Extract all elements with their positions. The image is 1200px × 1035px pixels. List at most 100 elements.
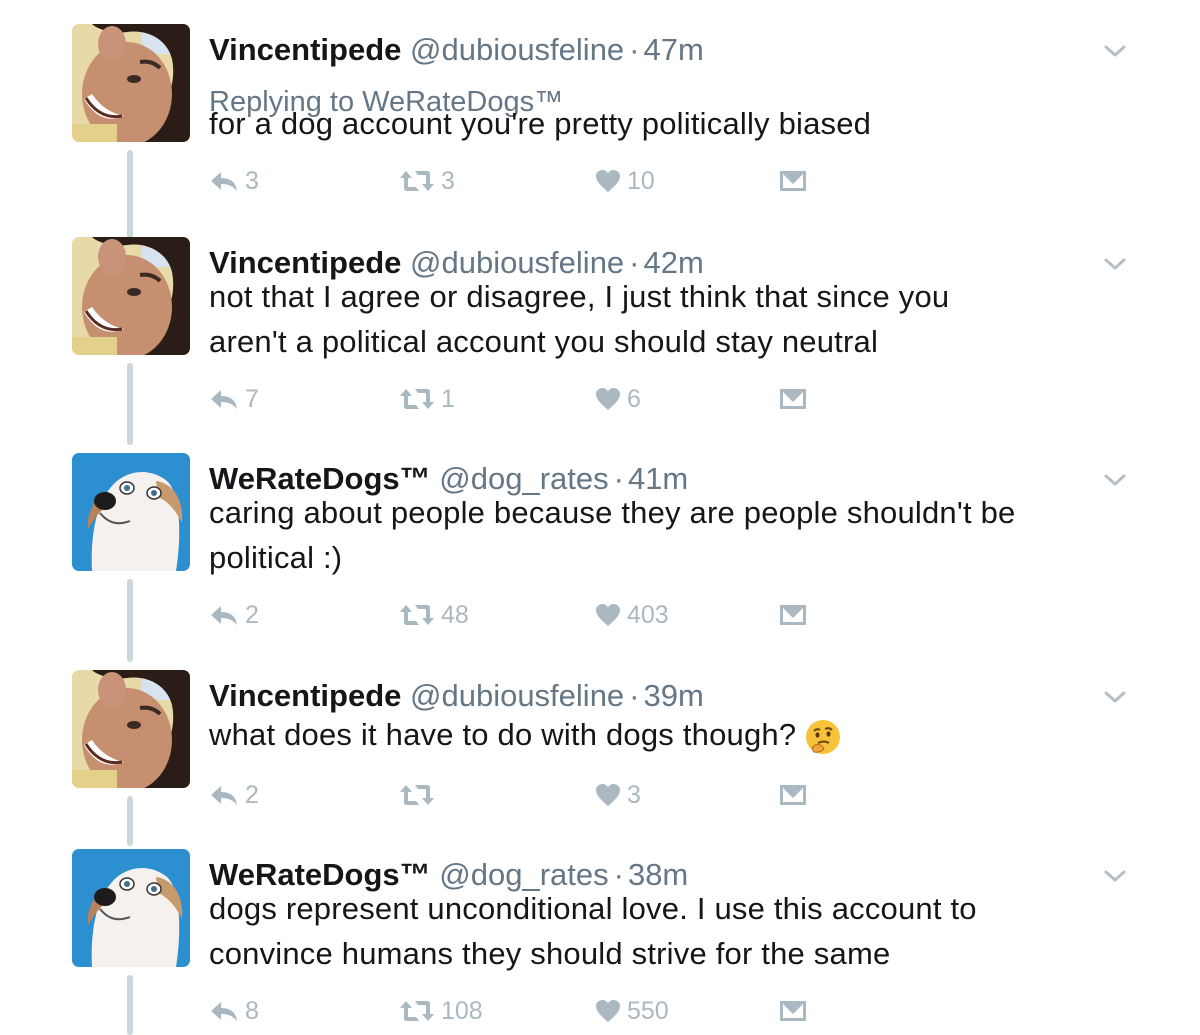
envelope-icon [779, 604, 807, 626]
reply-icon [209, 603, 239, 627]
avatar[interactable] [72, 237, 190, 355]
direct-message-button[interactable] [779, 595, 813, 635]
retweet-icon [399, 387, 435, 411]
reply-count: 8 [245, 996, 259, 1025]
retweet-button[interactable] [399, 775, 441, 815]
reply-button[interactable]: 2 [209, 595, 259, 635]
tweet-text: caring about people because they are peo… [209, 490, 1139, 580]
reply-icon [209, 169, 239, 193]
tweet-header: Vincentipede @dubiousfeline · 47m [209, 28, 704, 72]
envelope-icon [779, 1000, 807, 1022]
tweet-text: for a dog account you're pretty politica… [209, 101, 1139, 146]
tweet[interactable]: Vincentipede @dubiousfeline · 39m what doe… [0, 670, 1200, 846]
heart-icon [595, 783, 621, 807]
tweet-thread: Vincentipede @dubiousfeline · 47m Replying… [0, 0, 1200, 1035]
retweet-icon [399, 169, 435, 193]
retweet-count: 3 [441, 166, 455, 195]
tweet-text-line: caring about people because they are peo… [209, 495, 1016, 530]
like-button[interactable]: 3 [595, 775, 641, 815]
tweet[interactable]: Vincentipede @dubiousfeline · 47m Replying… [0, 24, 1200, 254]
reply-button[interactable]: 7 [209, 379, 259, 419]
tweet-text-line: not that I agree or disagree, I just thi… [209, 279, 950, 314]
like-button[interactable]: 550 [595, 991, 669, 1031]
tweet[interactable]: WeRateDogs™ @dog_rates · 41m caring about … [0, 453, 1200, 669]
direct-message-button[interactable] [779, 991, 813, 1031]
direct-message-button[interactable] [779, 379, 813, 419]
retweet-button[interactable]: 48 [399, 595, 469, 635]
chevron-down-icon[interactable] [1100, 36, 1130, 66]
retweet-button[interactable]: 108 [399, 991, 483, 1031]
like-count: 403 [627, 600, 669, 629]
tweet-text: not that I agree or disagree, I just thi… [209, 274, 1139, 364]
display-name[interactable]: Vincentipede [209, 32, 401, 67]
username[interactable]: @dubiousfeline [410, 32, 624, 67]
envelope-icon [779, 170, 807, 192]
like-count: 3 [627, 780, 641, 809]
retweet-icon [399, 783, 435, 807]
reply-button[interactable]: 3 [209, 161, 259, 201]
avatar[interactable] [72, 670, 190, 788]
retweet-button[interactable]: 1 [399, 379, 455, 419]
thread-line [127, 579, 133, 662]
tweet-actions: 3 3 10 [209, 161, 829, 201]
envelope-icon [779, 784, 807, 806]
reply-count: 3 [245, 166, 259, 195]
timestamp[interactable]: 39m [644, 678, 704, 713]
chevron-down-icon[interactable] [1100, 682, 1130, 712]
reply-count: 2 [245, 780, 259, 809]
like-count: 550 [627, 996, 669, 1025]
thread-line [127, 796, 133, 846]
avatar[interactable] [72, 849, 190, 967]
reply-count: 2 [245, 600, 259, 629]
heart-icon [595, 999, 621, 1023]
reply-icon [209, 783, 239, 807]
retweet-icon [399, 999, 435, 1023]
tweet-text: what does it have to do with dogs though… [209, 712, 1139, 757]
display-name[interactable]: Vincentipede [209, 678, 401, 713]
tweet-actions: 2 3 [209, 775, 829, 815]
retweet-count: 1 [441, 384, 455, 413]
direct-message-button[interactable] [779, 161, 813, 201]
heart-icon [595, 169, 621, 193]
tweet[interactable]: Vincentipede @dubiousfeline · 42m not that… [0, 237, 1200, 452]
thinking-face-icon [804, 718, 842, 756]
timestamp[interactable]: 47m [644, 32, 704, 67]
reply-count: 7 [245, 384, 259, 413]
tweet[interactable]: WeRateDogs™ @dog_rates · 38m dogs represen… [0, 849, 1200, 1035]
reply-button[interactable]: 2 [209, 775, 259, 815]
like-count: 6 [627, 384, 641, 413]
tweet-actions: 8 108 550 [209, 991, 829, 1031]
like-count: 10 [627, 166, 655, 195]
reply-button[interactable]: 8 [209, 991, 259, 1031]
retweet-count: 48 [441, 600, 469, 629]
tweet-text-line: political :) [209, 540, 343, 575]
thread-line [127, 975, 133, 1035]
separator-dot: · [629, 678, 640, 713]
like-button[interactable]: 6 [595, 379, 641, 419]
direct-message-button[interactable] [779, 775, 813, 815]
tweet-text-line: for a dog account you're pretty politica… [209, 106, 872, 141]
retweet-count: 108 [441, 996, 483, 1025]
username[interactable]: @dubiousfeline [410, 678, 624, 713]
avatar[interactable] [72, 24, 190, 142]
thread-line [127, 363, 133, 445]
heart-icon [595, 603, 621, 627]
envelope-icon [779, 388, 807, 410]
reply-icon [209, 387, 239, 411]
tweet-actions: 2 48 403 [209, 595, 829, 635]
heart-icon [595, 387, 621, 411]
retweet-button[interactable]: 3 [399, 161, 455, 201]
tweet-text-span: what does it have to do with dogs though… [209, 717, 797, 752]
tweet-text-line: convince humans they should strive for t… [209, 936, 891, 971]
tweet-actions: 7 1 6 [209, 379, 829, 419]
tweet-text: dogs represent unconditional love. I use… [209, 886, 1139, 976]
like-button[interactable]: 10 [595, 161, 655, 201]
tweet-text-line: what does it have to do with dogs though… [209, 712, 1139, 757]
tweet-text-line: aren't a political account you should st… [209, 324, 879, 359]
retweet-icon [399, 603, 435, 627]
like-button[interactable]: 403 [595, 595, 669, 635]
tweet-text-line: dogs represent unconditional love. I use… [209, 891, 977, 926]
separator-dot: · [629, 32, 640, 67]
reply-icon [209, 999, 239, 1023]
avatar[interactable] [72, 453, 190, 571]
